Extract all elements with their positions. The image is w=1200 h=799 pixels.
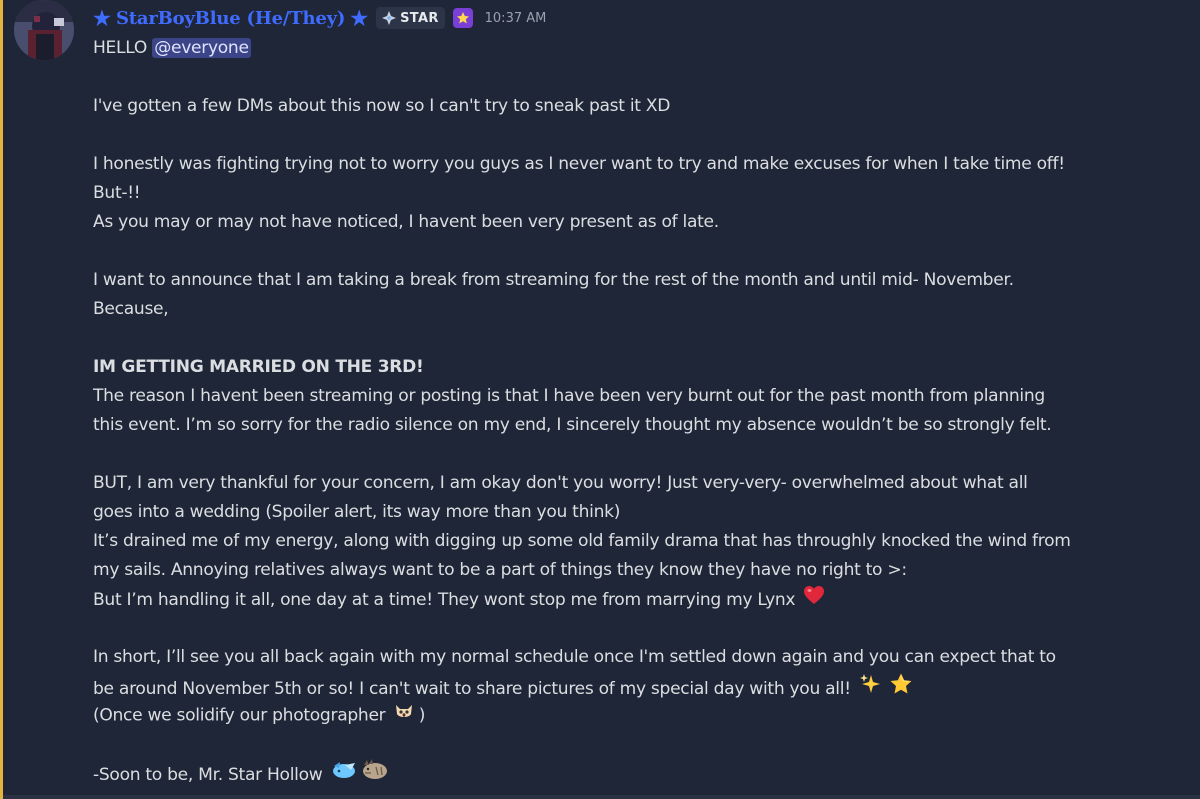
horizontal-scrollbar[interactable] — [3, 795, 1200, 799]
message-text: ) — [418, 705, 426, 726]
blue-star-creature-icon[interactable] — [331, 760, 357, 790]
message-line: But-!! — [93, 183, 141, 203]
message-content: HELLO @everyone I've gotten a few DMs ab… — [93, 34, 1193, 788]
message-text: But I’m handling it all, one day at a ti… — [93, 590, 796, 610]
star-badge-icon[interactable] — [452, 8, 473, 28]
everyone-mention[interactable]: @everyone — [152, 38, 251, 58]
server-tag[interactable]: STAR — [376, 7, 445, 29]
star-left-glyph: ★ — [93, 6, 111, 30]
message-line: this event. I’m so sorry for the radio s… — [93, 415, 1052, 435]
star-icon[interactable] — [889, 672, 913, 706]
message-line: HELLO @everyone — [93, 34, 1193, 63]
message-line: goes into a wedding (Spoiler alert, its … — [93, 502, 621, 522]
message-line: I honestly was fighting trying not to wo… — [93, 154, 1065, 174]
signature-text: -Soon to be, Mr. Star Hollow — [93, 765, 323, 785]
message-text: (Once we solidify our photographer — [93, 705, 386, 726]
message-line: (Once we solidify our photographer ) — [93, 701, 1193, 730]
message-line: The reason I havent been streaming or po… — [93, 386, 1045, 406]
message-line: Because, — [93, 299, 169, 319]
sparkles-icon[interactable] — [859, 673, 881, 705]
timestamp[interactable]: 10:37 AM — [485, 11, 547, 26]
red-heart-icon[interactable] — [803, 585, 825, 615]
message-line: In short, I’ll see you all back again wi… — [93, 647, 1056, 667]
lynx-icon[interactable] — [360, 759, 388, 791]
role-star-icon — [456, 12, 469, 24]
cat-face-icon[interactable] — [394, 701, 414, 730]
message-text: be around November 5th or so! I can't wa… — [93, 679, 851, 699]
username[interactable]: StarBoyBlue (He/They) — [116, 8, 345, 29]
sparkle-diamond-icon — [382, 11, 397, 25]
avatar-image — [14, 0, 74, 60]
message-header: ★ StarBoyBlue (He/They) ★ STAR 10:37 AM — [93, 4, 546, 32]
server-tag-label: STAR — [400, 10, 439, 26]
message-line: It’s drained me of my energy, along with… — [93, 531, 1071, 551]
message-line: But I’m handling it all, one day at a ti… — [93, 585, 1193, 614]
message-container: ★ StarBoyBlue (He/They) ★ STAR 10:37 AM … — [0, 0, 1200, 799]
message-text: HELLO — [93, 38, 153, 58]
message-line: As you may or may not have noticed, I ha… — [93, 212, 719, 232]
message-line: I've gotten a few DMs about this now so … — [93, 96, 671, 116]
message-line: be around November 5th or so! I can't wa… — [93, 672, 1193, 701]
message-line: I want to announce that I am taking a br… — [93, 270, 1014, 290]
star-right-glyph: ★ — [350, 6, 369, 30]
message-line: BUT, I am very thankful for your concern… — [93, 473, 1028, 493]
message-line: my sails. Annoying relatives always want… — [93, 560, 907, 580]
announcement-heading: IM GETTING MARRIED ON THE 3RD! — [93, 357, 424, 377]
avatar[interactable] — [14, 0, 74, 60]
signature-line: -Soon to be, Mr. Star Hollow — [93, 759, 1193, 788]
